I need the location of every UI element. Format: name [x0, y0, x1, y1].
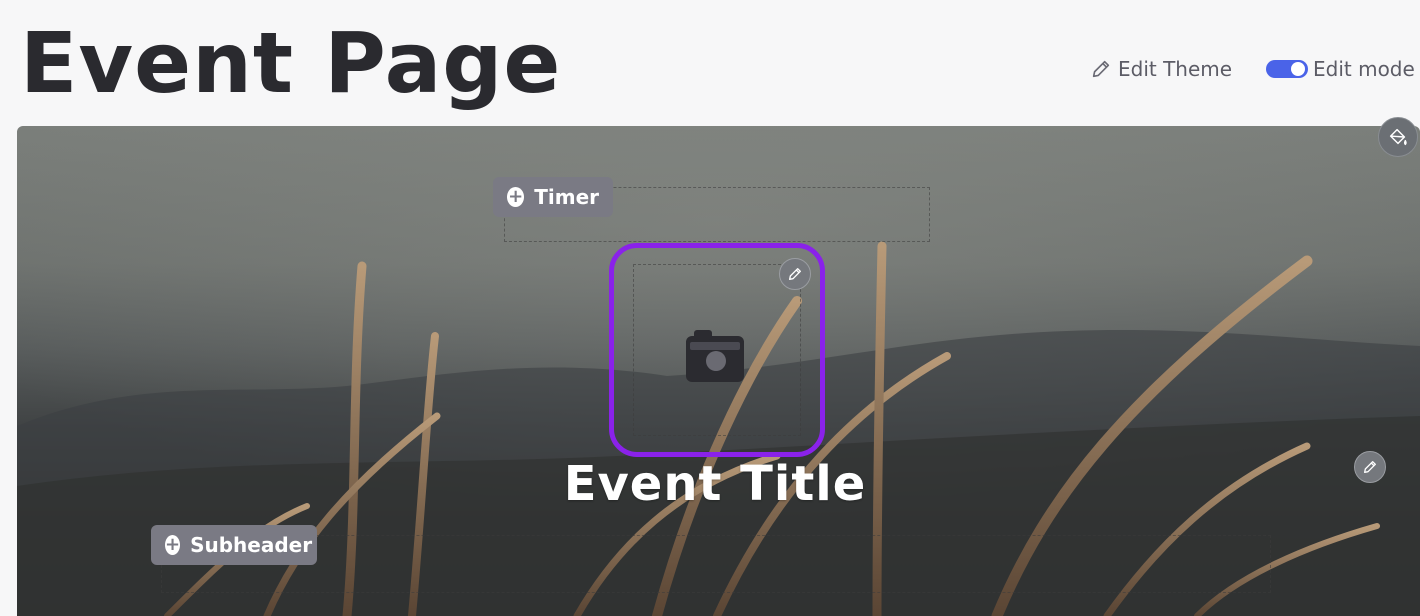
- edit-mode-toggle[interactable]: Edit mode: [1266, 54, 1415, 84]
- edit-mode-label: Edit mode: [1313, 57, 1415, 81]
- edit-theme-button[interactable]: Edit Theme: [1090, 54, 1232, 84]
- pencil-icon: [789, 268, 801, 280]
- plus-icon: +: [507, 186, 525, 207]
- pencil-icon: [1364, 461, 1376, 473]
- pencil-icon: [1092, 60, 1110, 78]
- edit-theme-label: Edit Theme: [1118, 57, 1233, 81]
- add-subheader-button[interactable]: + Subheader: [151, 525, 317, 565]
- event-title[interactable]: Event Title: [560, 456, 870, 512]
- add-timer-button[interactable]: + Timer: [493, 177, 613, 217]
- toggle-icon[interactable]: [1266, 60, 1308, 78]
- camera-icon: [686, 330, 744, 382]
- subheader-dropzone[interactable]: [161, 535, 1271, 593]
- timer-label: Timer: [534, 185, 599, 209]
- edit-image-button[interactable]: [779, 258, 811, 290]
- subheader-label: Subheader: [190, 533, 313, 557]
- page-title: Event Page: [20, 14, 562, 112]
- paint-bucket-icon: [1389, 128, 1407, 146]
- plus-icon: +: [165, 534, 181, 555]
- edit-title-button[interactable]: [1354, 451, 1386, 483]
- background-fill-button[interactable]: [1378, 117, 1418, 157]
- page-header: Event Page Edit Theme Edit mode: [0, 0, 1420, 126]
